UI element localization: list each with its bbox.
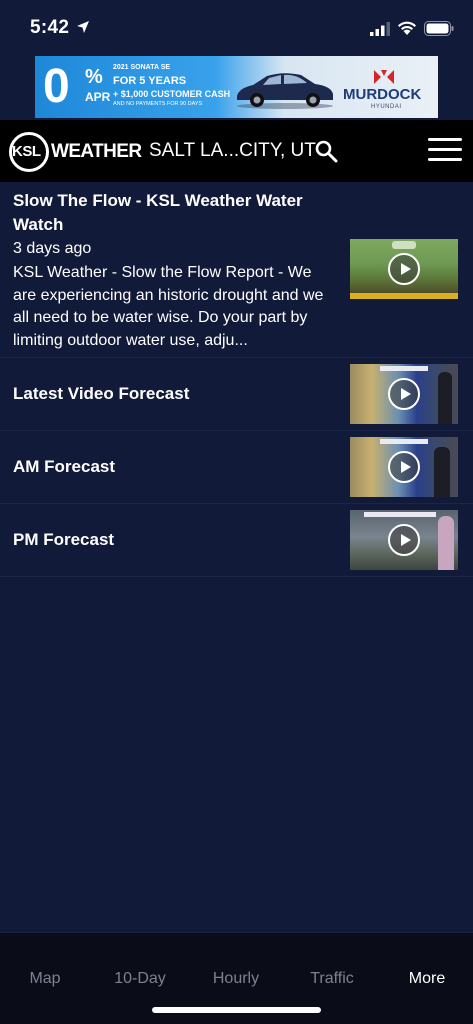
location-selector[interactable]: SALT LA...CITY, UT [149, 140, 316, 162]
play-icon [388, 253, 420, 285]
play-icon [388, 451, 420, 483]
video-thumbnail[interactable] [350, 437, 458, 497]
list-item-pm-forecast[interactable]: PM Forecast [0, 504, 473, 577]
battery-icon [424, 21, 454, 36]
ad-apr-text: APR [85, 90, 111, 104]
video-thumbnail[interactable] [350, 364, 458, 424]
list-item-latest-video-forecast[interactable]: Latest Video Forecast [0, 358, 473, 431]
weather-logo-text: WEATHER [51, 141, 142, 162]
video-thumbnail[interactable] [350, 239, 458, 299]
video-list: Slow The Flow - KSL Weather Water Watch … [0, 182, 473, 577]
ad-line4: AND NO PAYMENTS FOR 90 DAYS [113, 101, 203, 107]
ad-line1: 2021 SONATA SE [113, 64, 171, 71]
home-indicator [152, 1007, 321, 1013]
status-time: 5:42 [30, 17, 70, 38]
item-description: KSL Weather - Slow the Flow Report - We … [13, 264, 324, 349]
tab-traffic[interactable]: Traffic [285, 970, 379, 988]
ksl-logo-text: KSL [12, 143, 41, 160]
tab-map[interactable]: Map [0, 970, 92, 988]
item-title: Slow The Flow - KSL Weather Water Watch [13, 191, 303, 234]
play-icon [388, 524, 420, 556]
list-item-am-forecast[interactable]: AM Forecast [0, 431, 473, 504]
tab-10-day[interactable]: 10-Day [93, 970, 187, 988]
tab-more[interactable]: More [380, 970, 473, 988]
item-title: AM Forecast [13, 457, 116, 476]
search-icon[interactable] [314, 139, 338, 163]
ad-banner[interactable]: 0 % APR 2021 SONATA SE FOR 5 YEARS + $1,… [35, 56, 438, 118]
item-title: PM Forecast [13, 530, 115, 549]
car-image [237, 73, 333, 109]
tab-hourly[interactable]: Hourly [189, 970, 283, 988]
app-header: KSL WEATHER SALT LA...CITY, UT [0, 120, 473, 182]
item-age: 3 days ago [13, 240, 92, 257]
location-arrow-icon [77, 21, 89, 33]
ad-line2: FOR 5 YEARS [113, 75, 187, 87]
ad-percent-text: % [85, 66, 103, 88]
status-bar: 5:42 [0, 0, 473, 52]
play-icon [388, 378, 420, 410]
hamburger-menu-icon[interactable] [428, 138, 462, 164]
item-title: Latest Video Forecast [13, 384, 190, 403]
cellular-signal-icon [370, 22, 390, 36]
ad-line3: + $1,000 CUSTOMER CASH [113, 89, 231, 99]
ad-zero-text: 0 [43, 60, 70, 113]
ad-brand-sub: HYUNDAI [371, 104, 402, 110]
list-item-slow-the-flow[interactable]: Slow The Flow - KSL Weather Water Watch … [0, 182, 473, 358]
wifi-icon [398, 21, 416, 35]
video-thumbnail[interactable] [350, 510, 458, 570]
murdock-logo-icon [374, 70, 394, 84]
ad-brand: MURDOCK [343, 86, 422, 103]
